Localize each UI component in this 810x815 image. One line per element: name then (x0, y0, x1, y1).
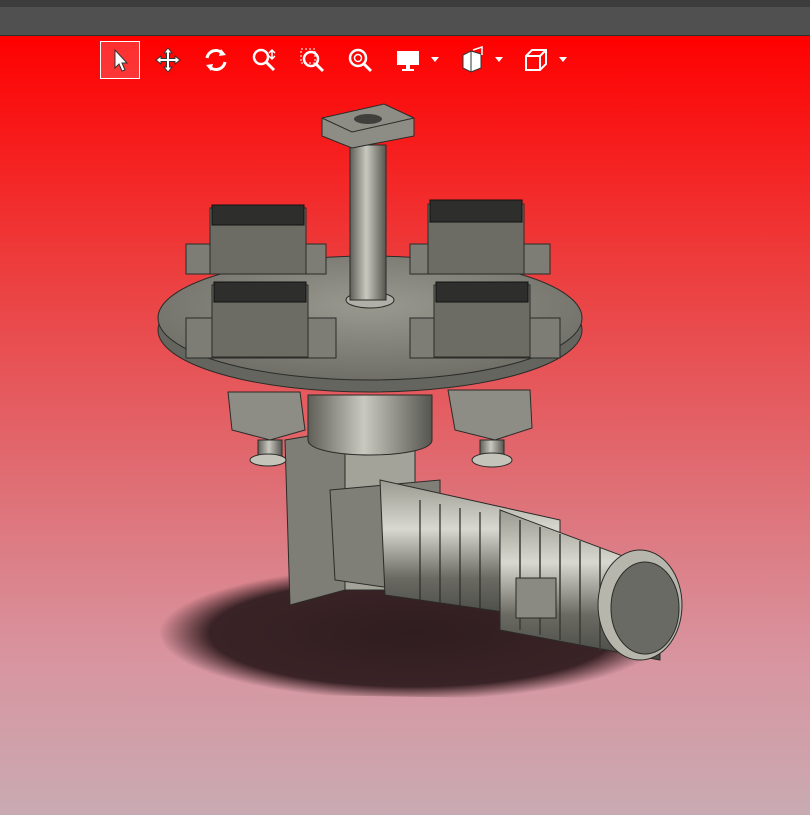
fixture-back-left (185, 204, 327, 275)
window-title-bar (0, 0, 810, 36)
fixture-back-right (409, 199, 551, 275)
3d-viewport[interactable] (0, 36, 810, 815)
cad-model[interactable] (0, 36, 810, 815)
hex-foot-right (447, 389, 533, 468)
central-hub (307, 394, 433, 456)
